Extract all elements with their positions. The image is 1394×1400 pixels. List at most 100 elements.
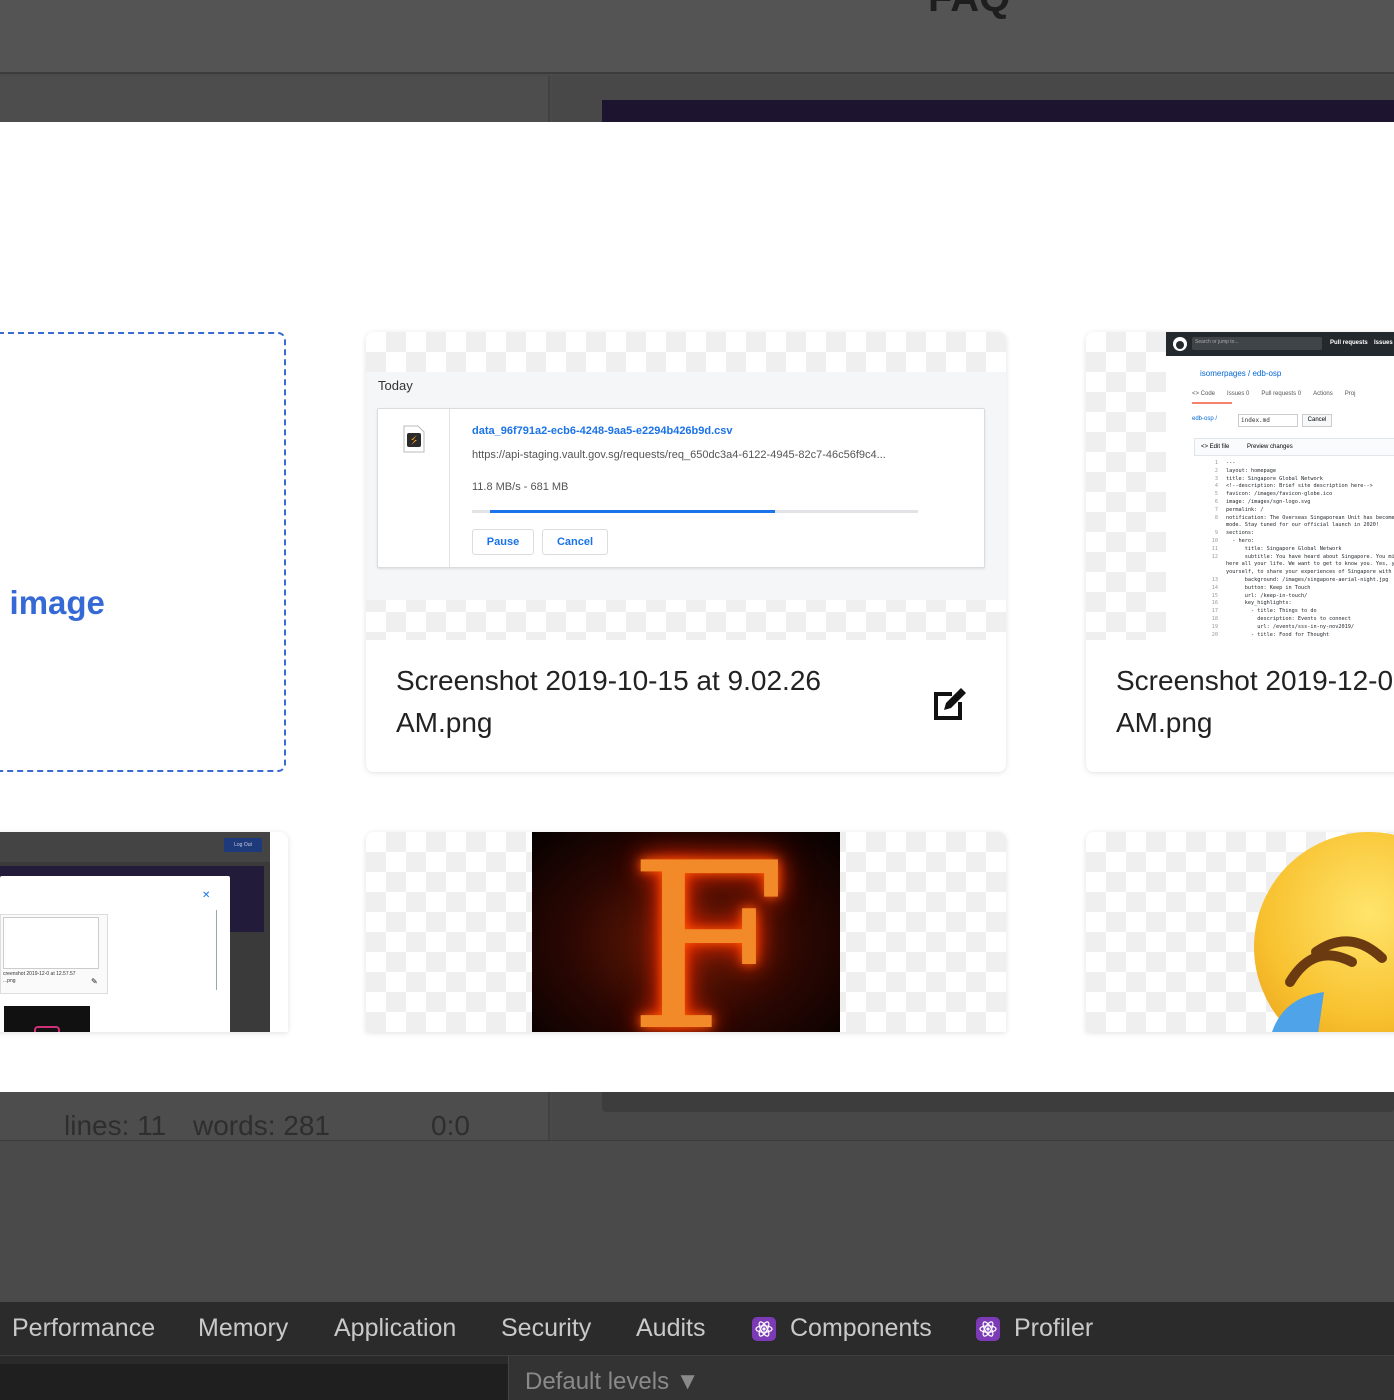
- tab-performance[interactable]: Performance: [12, 1314, 155, 1343]
- app-footer-area: [0, 1140, 1394, 1302]
- github-edit-tabs: <> Edit file Preview changes: [1194, 438, 1394, 456]
- code-line: 3 title: Singapore Global Network: [1192, 476, 1394, 484]
- line-number: 20: [1211, 631, 1218, 638]
- line-number: 13: [1211, 576, 1218, 583]
- line-number: 4: [1214, 483, 1218, 490]
- image-picker-modal: v image Today data_96f791a2-ecb6-4248-9a…: [0, 122, 1394, 1092]
- line-number: 12: [1211, 553, 1218, 560]
- react-icon: [976, 1316, 1000, 1341]
- code-text: yourself, to share your experiences of S…: [1226, 569, 1394, 576]
- line-number: 11: [1211, 545, 1218, 552]
- nested-image-caption: creenshot 2019-12-0 at 12.57.57 ...png: [3, 971, 76, 984]
- line-number: 14: [1211, 584, 1218, 591]
- image-filename: Screenshot 2019-12-0 AM.png: [1116, 665, 1394, 738]
- code-text: button: Keep in Touch: [1226, 584, 1311, 591]
- line-number: 18: [1211, 615, 1218, 622]
- word-count: words: 281: [193, 1110, 330, 1141]
- github-code-editor: 1 --- 2 layout: homepage 3 title: Singapore G…: [1192, 460, 1394, 639]
- code-line: 18 description: Events to connect: [1192, 616, 1394, 624]
- code-text: - title: Things to do: [1226, 608, 1317, 615]
- react-icon: [752, 1316, 776, 1341]
- code-line: 14 button: Keep in Touch: [1192, 585, 1394, 593]
- tab-audits[interactable]: Audits: [636, 1314, 705, 1343]
- code-line: 7 permalink: /: [1192, 507, 1394, 515]
- edit-icon[interactable]: [930, 684, 970, 724]
- line-number: 5: [1214, 491, 1218, 498]
- github-path: edb-osp /: [1192, 416, 1218, 422]
- github-filename-input: index.md: [1238, 414, 1298, 427]
- line-number: 19: [1211, 623, 1218, 630]
- tab-profiler[interactable]: Profiler: [976, 1314, 1093, 1343]
- code-line: 9 sections:: [1192, 530, 1394, 538]
- tab-memory[interactable]: Memory: [198, 1314, 288, 1343]
- code-line: 17 - title: Things to do: [1192, 608, 1394, 616]
- image-card[interactable]: Search or jump to... Pull requests Issue…: [1086, 332, 1394, 772]
- code-text: title: Singapore Global Network: [1226, 545, 1342, 552]
- download-progress-fill: [490, 510, 775, 513]
- line-number: 3: [1214, 475, 1218, 482]
- code-line: 10 - hero:: [1192, 538, 1394, 546]
- image-card[interactable]: Log Out ✕ creenshot 2019-12-0 at 12.57.5…: [0, 832, 288, 1032]
- app-header: FAQ: [0, 0, 1394, 74]
- page-title: FAQ: [928, 0, 1010, 21]
- fire-letter: F: [628, 832, 788, 1033]
- line-number: 15: [1211, 592, 1218, 599]
- code-text: url: /keep-in-touch/: [1226, 592, 1308, 599]
- image-card[interactable]: F: [366, 832, 1006, 1032]
- image-card[interactable]: [1086, 832, 1394, 1032]
- github-search: Search or jump to...: [1192, 337, 1322, 350]
- cancel-button: Cancel: [542, 529, 608, 555]
- code-line: 2 layout: homepage: [1192, 468, 1394, 476]
- preview-card: [602, 1090, 1394, 1112]
- download-speed: 11.8 MB/s - 681 MB: [472, 481, 569, 493]
- code-text: layout: homepage: [1226, 467, 1276, 474]
- code-text: notification: The Overseas Singaporean U…: [1226, 514, 1394, 521]
- download-filename: data_96f791a2-ecb6-4248-9aa5-e2294b426b9…: [472, 425, 733, 437]
- tab-components[interactable]: Components: [752, 1314, 932, 1343]
- image-thumbnail: F: [532, 832, 840, 1032]
- console-filter-input[interactable]: [0, 1364, 508, 1400]
- code-line: 4 <!--description: Brief site description…: [1192, 483, 1394, 491]
- code-line: mode. Stay tuned for our official launch…: [1192, 522, 1394, 530]
- console-toolbar: Default levels ▼: [0, 1356, 1394, 1400]
- download-screenshot-preview: Today data_96f791a2-ecb6-4248-9aa5-e2294…: [366, 372, 1006, 600]
- code-text: title: Singapore Global Network: [1226, 475, 1323, 482]
- github-link: Pull requests: [1330, 340, 1368, 346]
- line-number: 1: [1214, 460, 1218, 466]
- line-count: lines: 11: [64, 1110, 167, 1141]
- code-line: 1 ---: [1192, 460, 1394, 468]
- nested-logout-button: Log Out: [224, 838, 262, 852]
- code-text: - hero:: [1226, 537, 1255, 544]
- code-line: 12 subtitle: You have heard about Singap…: [1192, 554, 1394, 562]
- code-text: background: /images/singapore-aerial-nig…: [1226, 576, 1389, 583]
- code-text: key_highlights:: [1226, 600, 1292, 607]
- line-number: 16: [1211, 600, 1218, 607]
- tab-security[interactable]: Security: [501, 1314, 591, 1343]
- code-text: url: /events/sss-in-ny-nov2019/: [1226, 623, 1355, 630]
- devtools-tab-bar: Performance Memory Application Security …: [0, 1302, 1394, 1356]
- laughing-crying-emoji-icon: [1254, 832, 1394, 1032]
- code-line: 13 background: /images/singapore-aerial-…: [1192, 577, 1394, 585]
- github-cancel-button: Cancel: [1302, 414, 1332, 427]
- github-repo-name: isomerpages / edb-osp: [1200, 369, 1282, 378]
- image-filename: Screenshot 2019-10-15 at 9.02.26 AM.png: [396, 665, 821, 738]
- code-line: 16 key_highlights:: [1192, 600, 1394, 608]
- code-text: sections:: [1226, 530, 1255, 537]
- github-editor-preview: Search or jump to... Pull requests Issue…: [1166, 332, 1394, 640]
- line-number: 9: [1214, 530, 1218, 537]
- upload-image-tile[interactable]: v image: [0, 332, 286, 772]
- download-url: https://api-staging.vault.gov.sg/request…: [472, 449, 886, 461]
- log-levels-dropdown[interactable]: Default levels ▼: [508, 1356, 1394, 1400]
- code-line: 11 title: Singapore Global Network: [1192, 546, 1394, 554]
- tab-application[interactable]: Application: [334, 1314, 456, 1343]
- line-number: 17: [1211, 608, 1218, 615]
- close-icon: ✕: [202, 890, 211, 901]
- github-icon: [1173, 337, 1187, 351]
- code-line: 8 notification: The Overseas Singaporean …: [1192, 515, 1394, 523]
- image-card[interactable]: Today data_96f791a2-ecb6-4248-9aa5-e2294…: [366, 332, 1006, 772]
- download-item: data_96f791a2-ecb6-4248-9aa5-e2294b426b9…: [377, 408, 985, 568]
- code-text: <!--description: Brief site description …: [1226, 483, 1373, 490]
- code-text: image: /images/sgn-logo.svg: [1226, 498, 1311, 505]
- pause-button: Pause: [472, 529, 534, 555]
- code-text: ---: [1226, 460, 1236, 466]
